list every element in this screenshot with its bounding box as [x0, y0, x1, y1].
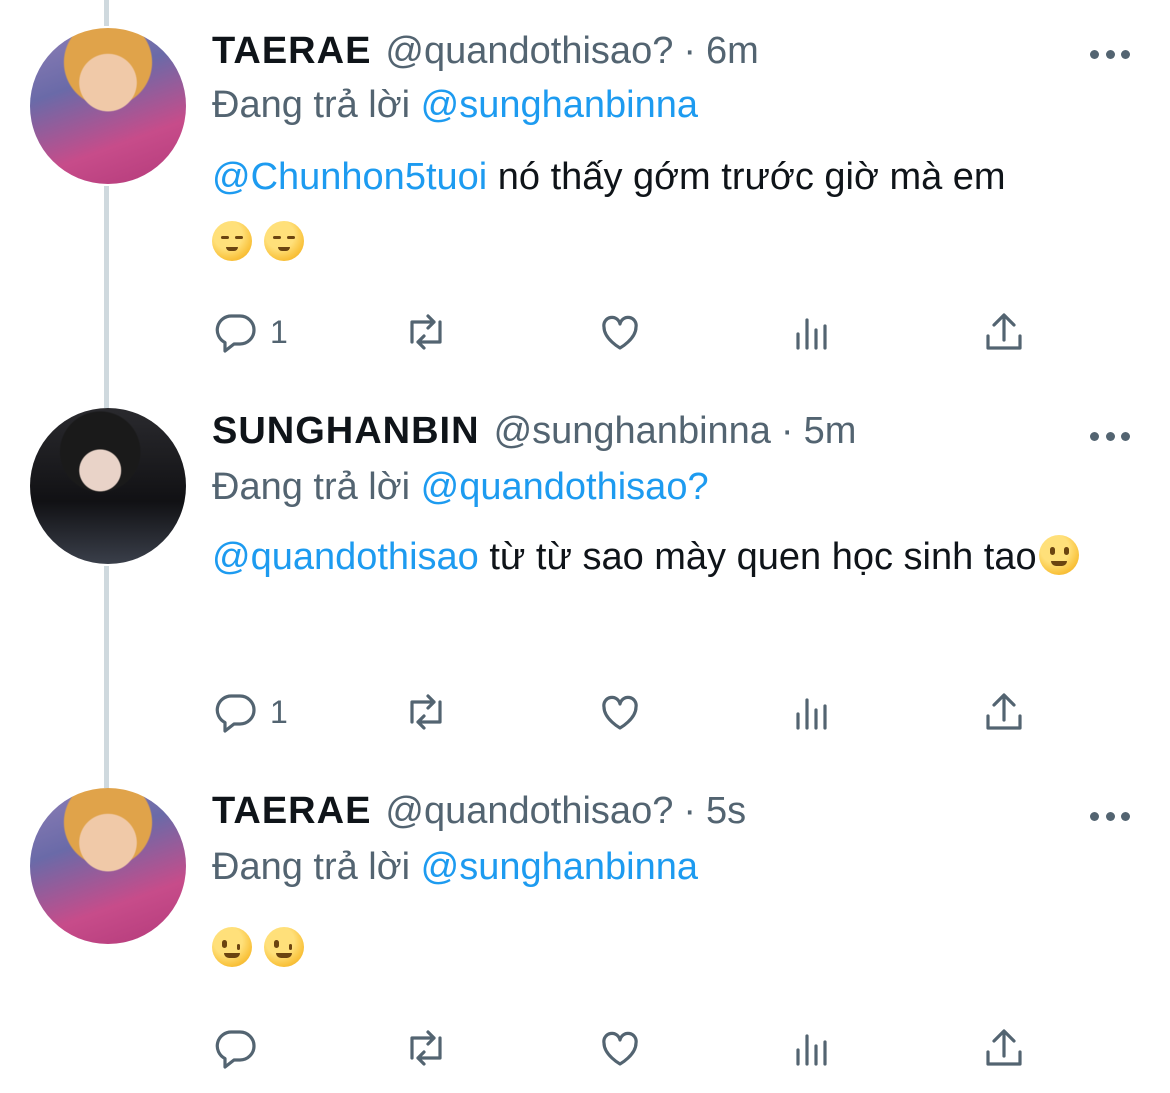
like-button[interactable] [596, 308, 644, 356]
more-icon[interactable] [1090, 48, 1130, 60]
tweet-text: @Chunhon5tuoi nó thấy gớm trước giờ mà e… [212, 144, 1132, 276]
share-button[interactable] [980, 308, 1028, 356]
display-name[interactable]: TAERAE [212, 790, 371, 833]
reply-count: 1 [270, 693, 288, 730]
retweet-icon [410, 694, 442, 730]
share-button[interactable] [980, 688, 1028, 736]
share-icon [986, 1029, 1022, 1066]
views-button[interactable] [788, 688, 836, 736]
views-icon [796, 318, 827, 350]
retweet-icon [410, 1030, 442, 1066]
replying-prefix: Đang trả lời [212, 466, 411, 508]
retweet-button[interactable] [402, 688, 450, 736]
replying-to: Đang trả lời @quandothisao? [212, 466, 709, 509]
like-icon [602, 315, 638, 350]
winking-face-emoji [264, 927, 304, 967]
separator: · [683, 790, 696, 832]
retweet-button[interactable] [402, 308, 450, 356]
views-icon [796, 698, 827, 730]
avatar[interactable] [30, 408, 186, 564]
reply-button[interactable]: 1 [212, 688, 288, 736]
replying-to: Đang trả lời @sunghanbinna [212, 846, 698, 889]
retweet-button[interactable] [402, 1024, 450, 1072]
mention-link[interactable]: @quandothisao [212, 536, 479, 578]
like-icon [602, 695, 638, 730]
like-button[interactable] [596, 688, 644, 736]
avatar[interactable] [30, 788, 186, 944]
tweet-actions: 1 [212, 308, 1052, 356]
views-button[interactable] [788, 1024, 836, 1072]
tweet[interactable]: SUNGHANBIN @sunghanbinna · 5m Đang trả l… [0, 390, 1170, 770]
slightly-smiling-face-emoji [1038, 535, 1079, 575]
user-handle[interactable]: @quandothisao? [385, 30, 673, 73]
tweet-text-content: từ từ sao mày quen học sinh tao [478, 536, 1037, 578]
tweet-text-content: nó thấy gớm trước giờ mà em [487, 156, 1006, 198]
replying-to: Đang trả lời @sunghanbinna [212, 84, 698, 127]
tweet-actions [212, 1024, 1052, 1072]
avatar[interactable] [30, 28, 186, 184]
tweet-header: TAERAE @quandothisao? · 6m [212, 30, 759, 78]
user-handle[interactable]: @sunghanbinna [494, 410, 771, 453]
replying-prefix: Đang trả lời [212, 84, 411, 126]
tweet[interactable]: TAERAE @quandothisao? · 5s Đang trả lời … [0, 770, 1170, 1093]
replying-to-link[interactable]: @quandothisao? [421, 466, 709, 508]
timestamp[interactable]: 5s [706, 790, 746, 833]
share-button[interactable] [980, 1024, 1028, 1072]
relieved-face-emoji [264, 221, 304, 261]
tweet-actions: 1 [212, 688, 1052, 736]
more-icon[interactable] [1090, 810, 1130, 822]
tweet-header: TAERAE @quandothisao? · 5s [212, 790, 746, 838]
retweet-icon [410, 314, 442, 350]
like-button[interactable] [596, 1024, 644, 1072]
tweet-text [212, 916, 1132, 982]
display-name[interactable]: TAERAE [212, 30, 371, 73]
separator: · [780, 410, 794, 452]
reply-icon [215, 314, 256, 353]
replying-prefix: Đang trả lời [212, 846, 411, 888]
views-icon [796, 1034, 827, 1066]
more-icon[interactable] [1090, 430, 1130, 442]
reply-icon [215, 694, 256, 733]
reply-button[interactable] [212, 1024, 270, 1072]
tweet[interactable]: TAERAE @quandothisao? · 6m Đang trả lời … [0, 0, 1170, 390]
timestamp[interactable]: 6m [706, 30, 759, 73]
winking-face-emoji [212, 927, 252, 967]
replying-to-link[interactable]: @sunghanbinna [421, 846, 698, 888]
reply-button[interactable]: 1 [212, 308, 288, 356]
replying-to-link[interactable]: @sunghanbinna [421, 84, 698, 126]
separator: · [683, 30, 696, 72]
tweet-text: @quandothisao từ từ sao mày quen học sin… [212, 524, 1132, 590]
tweet-header: SUNGHANBIN @sunghanbinna · 5m [212, 410, 856, 458]
like-icon [602, 1031, 638, 1066]
reply-count: 1 [270, 313, 288, 350]
relieved-face-emoji [212, 221, 252, 261]
timestamp[interactable]: 5m [804, 410, 857, 453]
display-name[interactable]: SUNGHANBIN [212, 410, 480, 453]
user-handle[interactable]: @quandothisao? [385, 790, 673, 833]
share-icon [986, 693, 1022, 730]
views-button[interactable] [788, 308, 836, 356]
reply-icon [215, 1030, 256, 1069]
mention-link[interactable]: @Chunhon5tuoi [212, 156, 487, 198]
share-icon [986, 313, 1022, 350]
